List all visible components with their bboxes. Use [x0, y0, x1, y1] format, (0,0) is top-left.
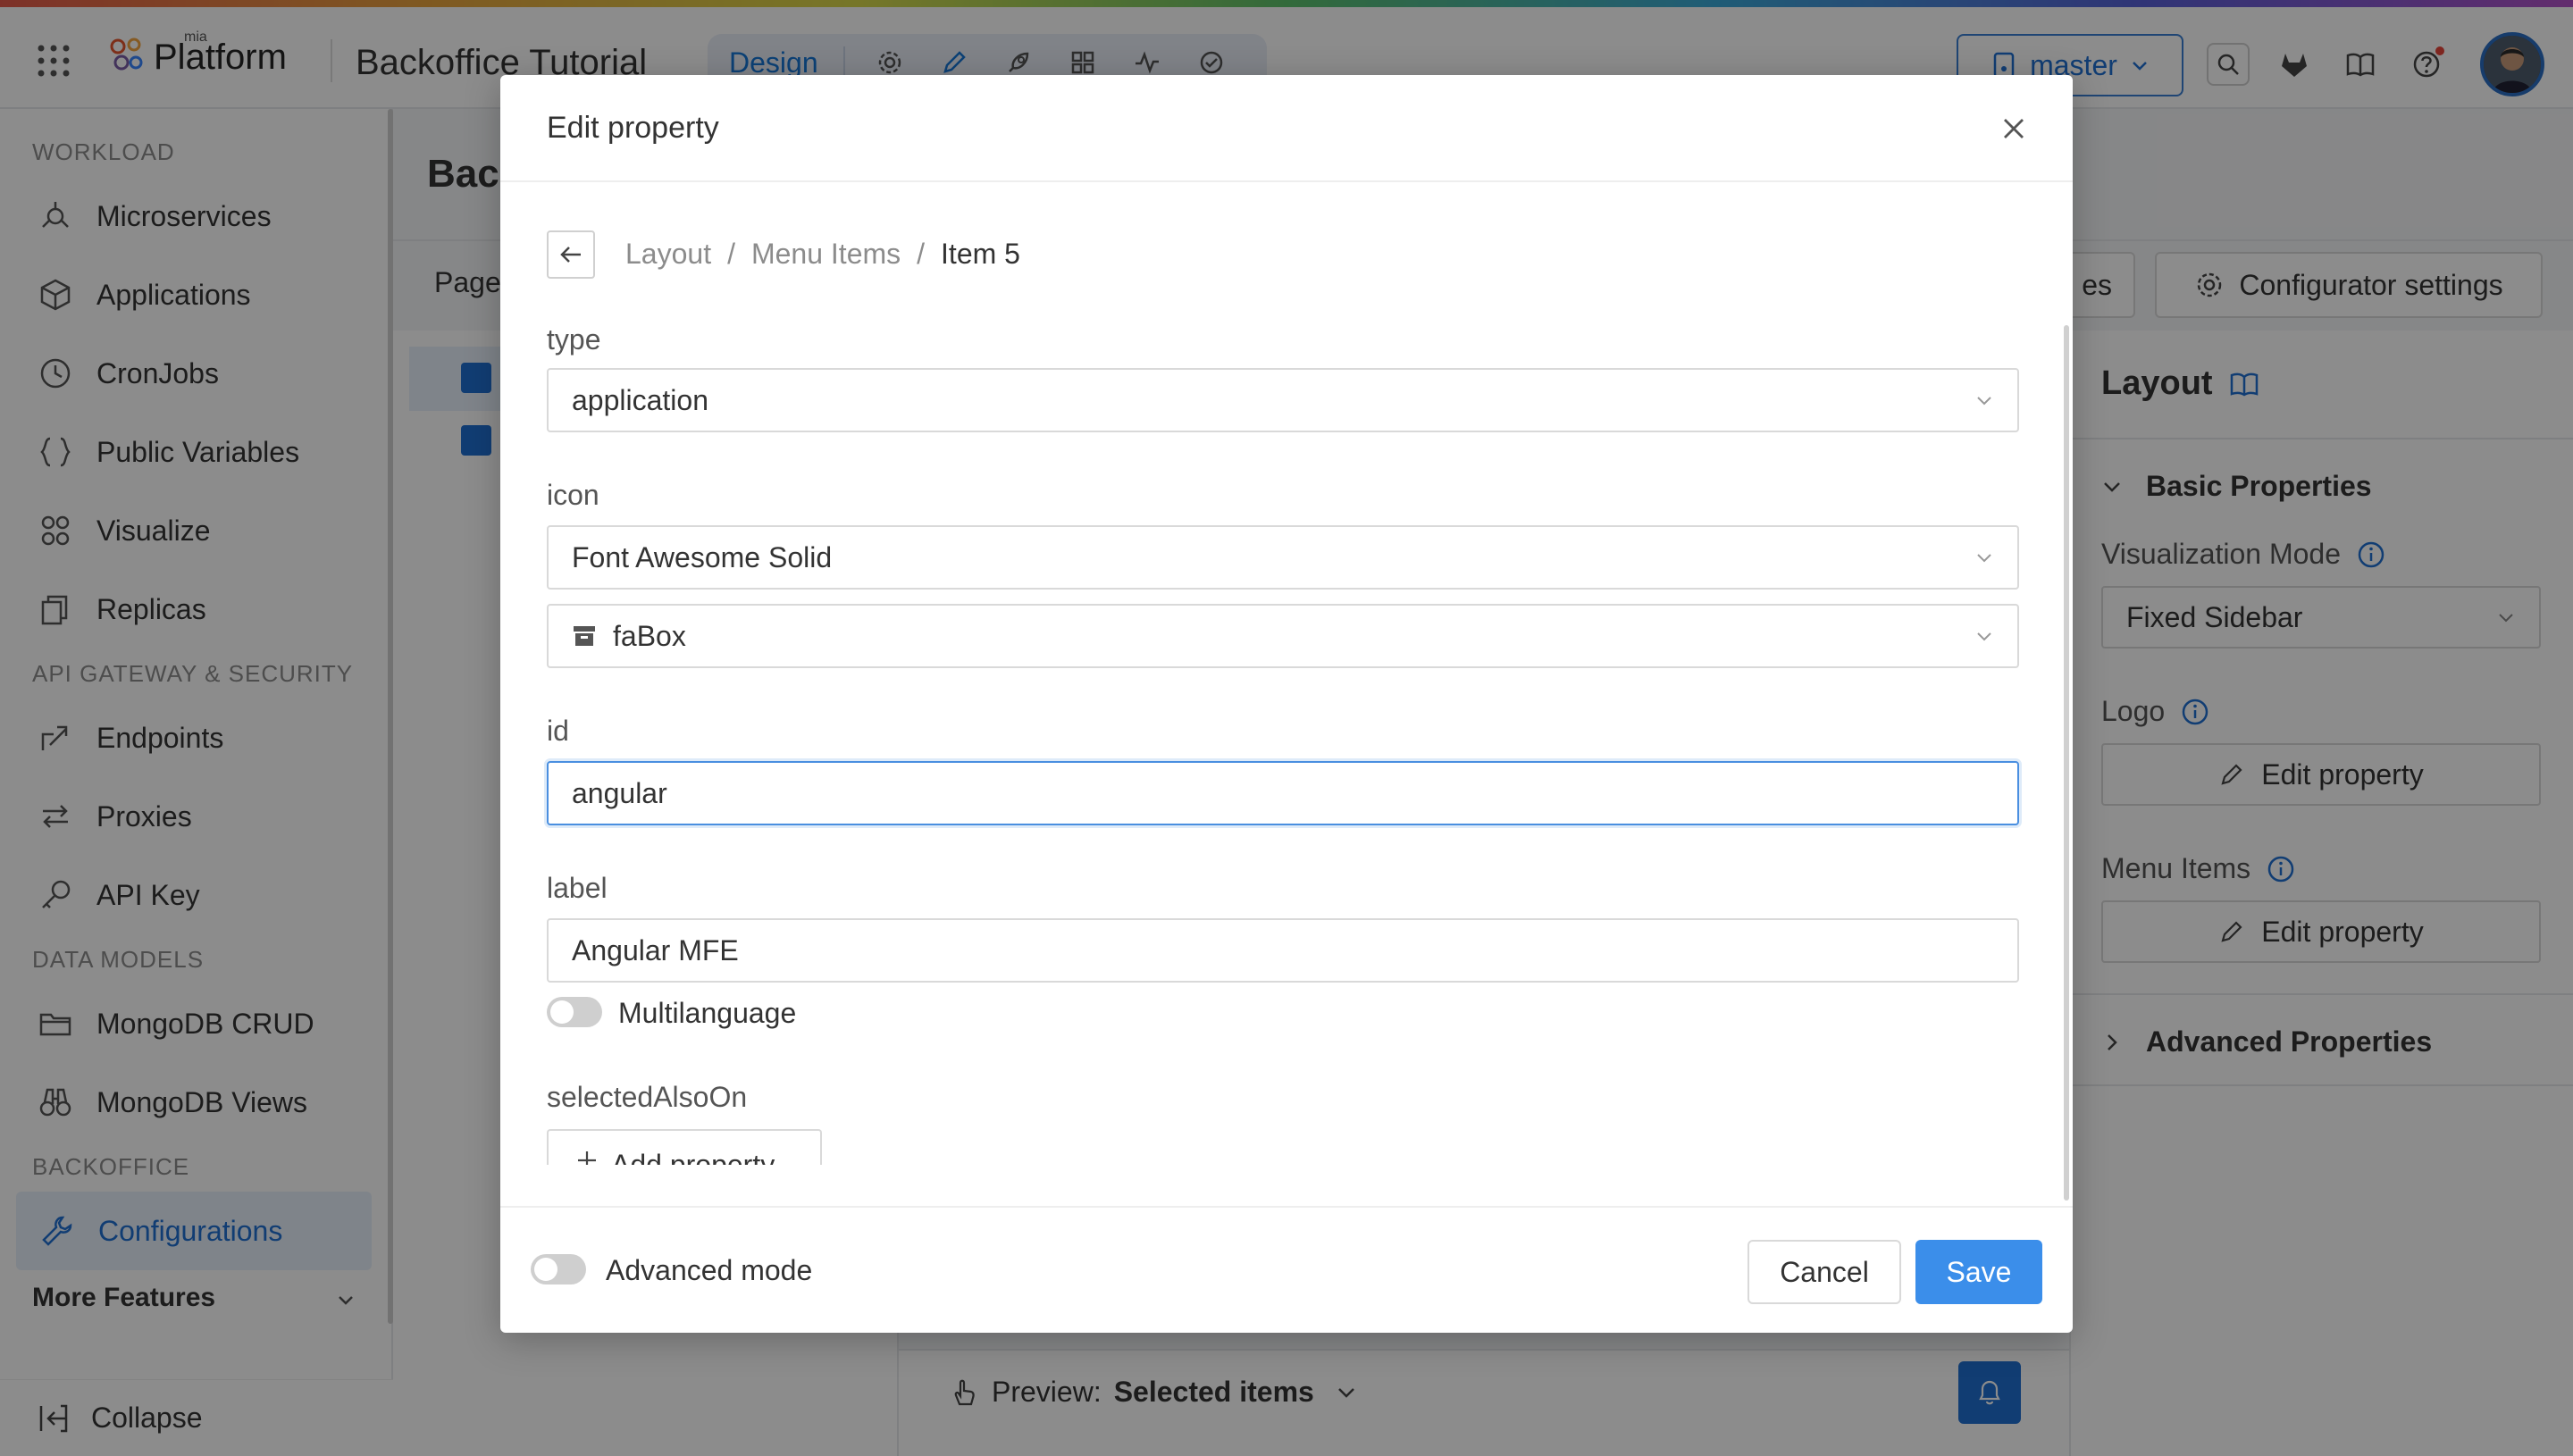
modal-header [500, 75, 2073, 182]
box-icon [574, 626, 595, 646]
select-value: Font Awesome Solid [572, 540, 833, 573]
advanced-mode-label: Advanced mode [606, 1254, 813, 1286]
edit-property-modal: Edit property Layout / Menu Items / Item… [500, 75, 2073, 1333]
type-label: type [547, 323, 601, 356]
label-label: label [547, 872, 608, 904]
add-property-button[interactable]: Add property [547, 1129, 822, 1165]
id-label: id [547, 715, 569, 747]
id-input[interactable]: angular [547, 761, 2019, 825]
multilanguage-label: Multilanguage [618, 997, 797, 1029]
breadcrumb-separator: / [727, 238, 735, 270]
breadcrumb: Layout / Menu Items / Item 5 [625, 238, 1020, 271]
plus-icon [578, 1151, 596, 1165]
modal-scrollbar[interactable] [2064, 325, 2069, 1201]
input-value: angular [572, 776, 667, 809]
multilanguage-toggle[interactable] [547, 997, 602, 1027]
breadcrumb-item[interactable]: Menu Items [751, 238, 901, 271]
select-value: faBox [613, 619, 686, 652]
icon-name-select[interactable]: faBox [547, 604, 2019, 668]
breadcrumb-separator: / [917, 238, 926, 270]
chevron-down-icon [1977, 397, 1991, 406]
input-value: Angular MFE [572, 933, 739, 966]
close-icon[interactable] [1996, 111, 2032, 146]
back-button[interactable] [547, 230, 595, 279]
arrow-left-icon [560, 247, 581, 263]
save-button[interactable]: Save [1915, 1240, 2042, 1304]
select-value: application [572, 383, 708, 416]
chevron-down-icon [1977, 632, 1991, 641]
selected-also-on-label: selectedAlsoOn [547, 1081, 748, 1113]
modal-title: Edit property [547, 111, 719, 145]
breadcrumb-item[interactable]: Layout [625, 238, 711, 271]
chevron-down-icon [1977, 554, 1991, 563]
label-input[interactable]: Angular MFE [547, 918, 2019, 983]
button-label: Add property [611, 1149, 775, 1165]
cancel-button[interactable]: Cancel [1747, 1240, 1901, 1304]
breadcrumb-current: Item 5 [941, 238, 1020, 270]
icon-library-select[interactable]: Font Awesome Solid [547, 525, 2019, 590]
advanced-mode-toggle[interactable] [531, 1254, 586, 1284]
icon-label: icon [547, 479, 599, 511]
type-select[interactable]: application [547, 368, 2019, 432]
